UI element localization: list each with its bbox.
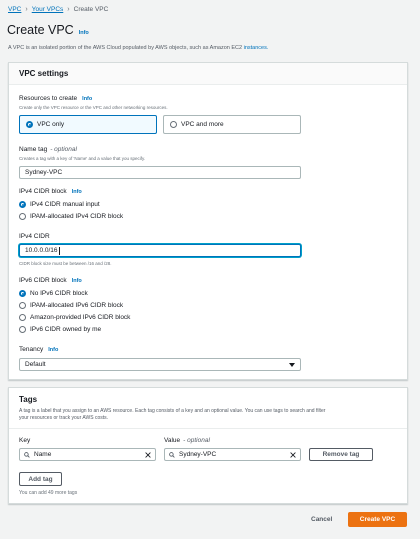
ipv4-cidr-value: 10.0.0.0/16	[25, 247, 58, 254]
optional-marker: - optional	[183, 437, 210, 444]
vpc-settings-header: VPC settings	[9, 63, 407, 85]
ipv6-block-label: IPv6 CIDR block Info	[19, 277, 82, 284]
ipv4-cidr-input[interactable]: 10.0.0.0/16	[19, 244, 301, 257]
ipv6-option-label: IPv6 CIDR owned by me	[30, 326, 102, 333]
tag-limit-note: You can add 49 more tags	[19, 490, 78, 496]
tag-value-label-text: Value	[164, 437, 181, 444]
tags-desc-line2: your resources or track your AWS costs.	[19, 415, 109, 421]
name-tag-desc: Creates a tag with a key of 'Name' and a…	[19, 156, 146, 161]
search-icon	[24, 451, 30, 458]
ipv4-cidr-label: IPv4 CIDR	[19, 233, 50, 240]
instances-link[interactable]: instances.	[244, 45, 269, 51]
tags-panel: Tags A tag is a label that you assign to…	[8, 387, 408, 504]
ipv6-option-label: Amazon-provided IPv6 CIDR block	[30, 314, 131, 321]
tenancy-value: Default	[25, 361, 46, 368]
vpc-settings-panel: VPC settings Resources to create Info Cr…	[8, 62, 408, 380]
ipv4-option-manual[interactable]: IPv4 CIDR manual input	[19, 201, 100, 208]
tenancy-label-text: Tenancy	[19, 346, 44, 353]
resources-info-link[interactable]: Info	[82, 96, 92, 102]
ipv6-option-label: IPAM-allocated IPv6 CIDR block	[30, 302, 124, 309]
resources-label: Resources to create Info	[19, 95, 92, 102]
chevron-right-icon: ›	[67, 6, 70, 13]
page-info-link[interactable]: Info	[79, 30, 89, 36]
create-vpc-button[interactable]: Create VPC	[348, 512, 407, 527]
name-tag-label-text: Name tag	[19, 146, 48, 153]
ipv4-option-label: IPAM-allocated IPv4 CIDR block	[30, 213, 124, 220]
radio-unchecked-icon	[19, 302, 26, 309]
ipv6-option-none[interactable]: No IPv6 CIDR block	[19, 290, 88, 297]
ipv6-option-label: No IPv6 CIDR block	[30, 290, 88, 297]
ipv4-cidr-constraint: CIDR block size must be between /16 and …	[19, 261, 112, 266]
name-tag-input[interactable]: Sydney-VPC	[19, 166, 301, 179]
resource-option-label: VPC and more	[181, 121, 224, 128]
radio-checked-icon	[26, 121, 33, 128]
text-cursor	[58, 246, 60, 255]
ipv4-option-label: IPv4 CIDR manual input	[30, 201, 100, 208]
breadcrumb-vpc[interactable]: VPC	[8, 6, 21, 13]
resource-option-vpc-and-more[interactable]: VPC and more	[163, 115, 301, 134]
tenancy-info-link[interactable]: Info	[48, 347, 58, 353]
cancel-button[interactable]: Cancel	[311, 516, 332, 523]
resource-option-vpc-only[interactable]: VPC only	[19, 115, 157, 134]
ipv4-cidr-label-text: IPv4 CIDR	[19, 233, 50, 240]
page-description: A VPC is an isolated portion of the AWS …	[8, 45, 268, 51]
tags-divider	[9, 428, 407, 429]
breadcrumb: VPC › Your VPCs › Create VPC	[8, 6, 108, 13]
breadcrumb-current: Create VPC	[73, 6, 109, 13]
chevron-right-icon: ›	[25, 6, 28, 13]
remove-tag-button[interactable]: Remove tag	[309, 448, 373, 461]
resource-option-label: VPC only	[37, 121, 65, 128]
radio-checked-icon	[19, 290, 26, 297]
tenancy-label: Tenancy Info	[19, 346, 58, 353]
ipv6-block-info-link[interactable]: Info	[72, 278, 82, 284]
radio-unchecked-icon	[170, 121, 177, 128]
name-tag-label: Name tag - optional	[19, 146, 77, 153]
ipv6-option-ipam[interactable]: IPAM-allocated IPv6 CIDR block	[19, 302, 123, 309]
page-title-row: Create VPC Info	[7, 23, 89, 37]
resources-label-text: Resources to create	[19, 95, 78, 102]
clear-icon[interactable]	[290, 451, 296, 458]
radio-unchecked-icon	[19, 213, 26, 220]
clear-icon[interactable]	[145, 451, 151, 458]
ipv4-block-label: IPv4 CIDR block Info	[19, 188, 82, 195]
ipv6-option-amazon[interactable]: Amazon-provided IPv6 CIDR block	[19, 314, 130, 321]
optional-marker: - optional	[50, 146, 77, 153]
tenancy-select[interactable]: Default	[19, 358, 301, 371]
tags-desc-line1: A tag is a label that you assign to an A…	[19, 408, 326, 414]
breadcrumb-your-vpcs[interactable]: Your VPCs	[32, 6, 64, 13]
page-title: Create VPC	[7, 23, 74, 37]
tag-key-label-text: Key	[19, 437, 31, 444]
tag-key-label: Key	[19, 437, 30, 444]
tag-value-label: Value - optional	[164, 437, 210, 444]
ipv6-block-label-text: IPv6 CIDR block	[19, 277, 67, 284]
tags-header: Tags	[19, 395, 38, 404]
ipv4-block-info-link[interactable]: Info	[72, 189, 82, 195]
radio-unchecked-icon	[19, 326, 26, 333]
caret-down-icon	[289, 362, 295, 367]
add-tag-button[interactable]: Add tag	[19, 472, 62, 486]
page-description-text: A VPC is an isolated portion of the AWS …	[8, 45, 244, 51]
radio-unchecked-icon	[19, 314, 26, 321]
ipv6-option-byoip[interactable]: IPv6 CIDR owned by me	[19, 326, 101, 333]
search-icon	[169, 451, 175, 458]
tag-key-input[interactable]: Name	[19, 448, 156, 461]
tag-value-input[interactable]: Sydney-VPC	[164, 448, 301, 461]
radio-checked-icon	[19, 201, 26, 208]
resources-desc: Create only the VPC resource or the VPC …	[19, 105, 168, 110]
ipv4-option-ipam[interactable]: IPAM-allocated IPv4 CIDR block	[19, 213, 123, 220]
tag-value-value: Sydney-VPC	[179, 451, 217, 458]
ipv4-block-label-text: IPv4 CIDR block	[19, 188, 67, 195]
tag-key-value: Name	[34, 451, 52, 458]
name-tag-value: Sydney-VPC	[25, 169, 63, 176]
